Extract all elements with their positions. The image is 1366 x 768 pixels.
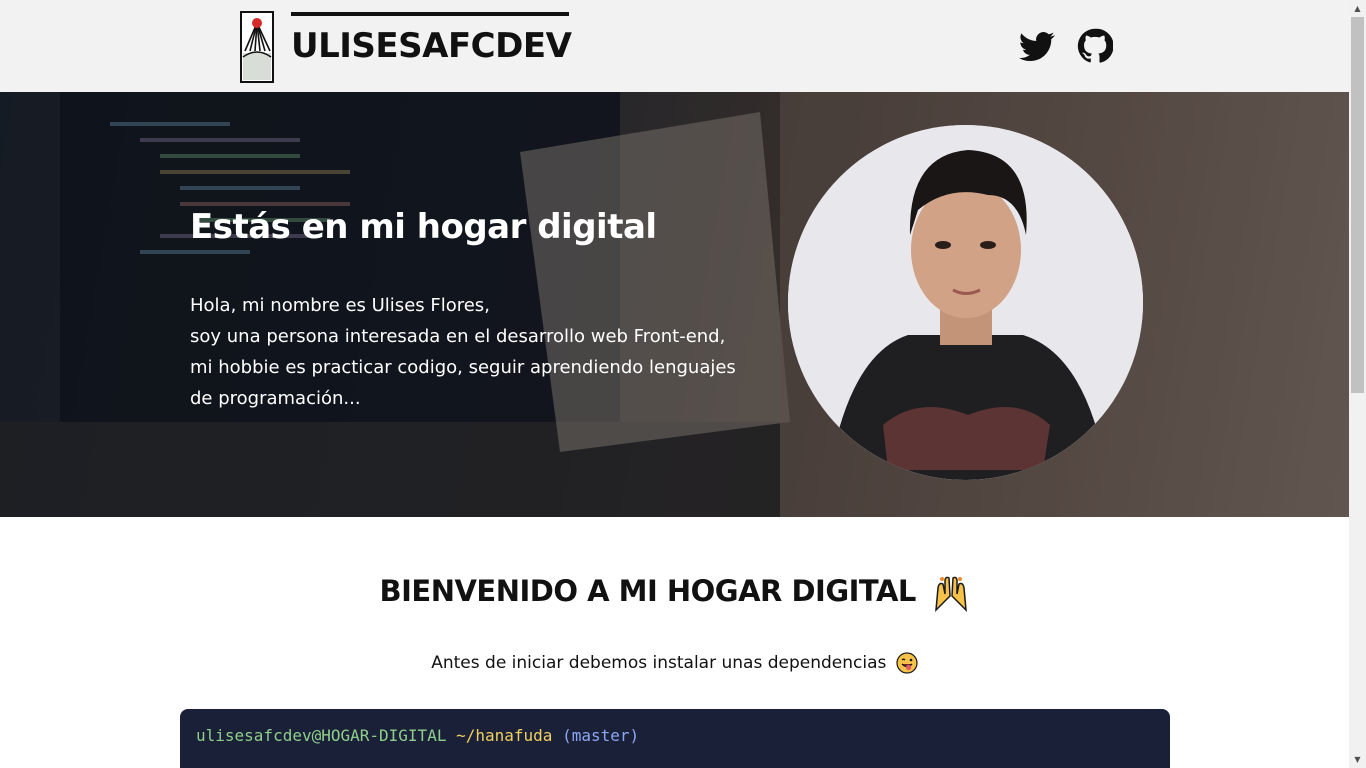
twitter-icon[interactable]: [1019, 28, 1055, 64]
raised-hands-emoji: [934, 576, 967, 612]
hero-intro-line: soy una persona interesada en el desarro…: [190, 326, 726, 347]
welcome-title: BIENVENIDO A MI HOGAR DIGITAL: [0, 574, 1349, 612]
scroll-down-arrow-icon[interactable]: ▼: [1349, 751, 1366, 768]
profile-photo: [788, 125, 1143, 480]
welcome-title-text: BIENVENIDO A MI HOGAR DIGITAL: [379, 574, 916, 608]
prompt-branch: (master): [562, 726, 640, 745]
hanafuda-card-icon[interactable]: [240, 11, 274, 83]
hero-intro-line: mi hobbie es practicar codigo, seguir ap…: [190, 357, 736, 378]
hero-intro-line: Hola, mi nombre es Ulises Flores,: [190, 295, 490, 316]
hero-intro-line: de programación...: [190, 388, 361, 409]
brand-bar: [291, 12, 569, 16]
hero-intro: Hola, mi nombre es Ulises Flores, soy un…: [190, 290, 780, 414]
page-scrollbar[interactable]: ▲ ▼: [1349, 0, 1366, 768]
scroll-up-arrow-icon[interactable]: ▲: [1349, 0, 1366, 17]
github-icon[interactable]: [1077, 28, 1113, 64]
site-header: ULISESAFCDEV: [0, 0, 1349, 92]
tongue-wink-emoji: [896, 652, 918, 674]
welcome-subtitle-text: Antes de iniciar debemos instalar unas d…: [431, 653, 887, 673]
welcome-subtitle: Antes de iniciar debemos instalar unas d…: [0, 652, 1349, 674]
hero-title: Estás en mi hogar digital: [190, 207, 657, 247]
terminal-prompt: ulisesafcdev@HOGAR-DIGITAL ~/hanafuda (m…: [196, 726, 639, 745]
hero-section: Estás en mi hogar digital Hola, mi nombr…: [0, 92, 1349, 517]
profile-photo-illustration: [788, 125, 1143, 480]
scrollbar-thumb[interactable]: [1351, 17, 1364, 393]
terminal-block: ulisesafcdev@HOGAR-DIGITAL ~/hanafuda (m…: [180, 709, 1170, 768]
prompt-user: ulisesafcdev@HOGAR-DIGITAL: [196, 726, 447, 745]
brand-name[interactable]: ULISESAFCDEV: [291, 26, 572, 66]
prompt-path: ~/hanafuda: [456, 726, 553, 745]
